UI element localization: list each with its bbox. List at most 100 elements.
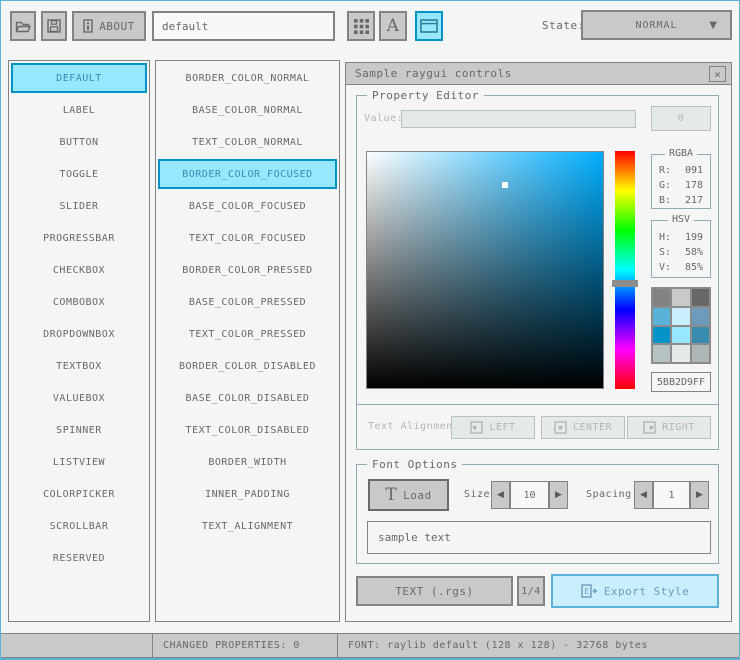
hue-slider[interactable] — [615, 151, 635, 389]
state-label: State: — [542, 19, 585, 32]
s-value: 58% — [684, 247, 703, 258]
arrow-right-icon: ▶ — [555, 490, 562, 500]
style-color-swatch[interactable] — [672, 289, 690, 306]
open-file-button[interactable] — [10, 11, 36, 41]
list-item-textbox[interactable]: TEXTBOX — [11, 351, 147, 381]
about-button-label: ABOUT — [99, 19, 135, 33]
list-item-progressbar[interactable]: PROGRESSBAR — [11, 223, 147, 253]
list-item-combobox[interactable]: COMBOBOX — [11, 287, 147, 317]
style-color-swatch[interactable] — [672, 345, 690, 362]
list-item-text_alignment[interactable]: TEXT_ALIGNMENT — [158, 511, 337, 541]
font-spacing-increase-button[interactable]: ▶ — [690, 481, 709, 509]
r-value: 091 — [684, 165, 703, 176]
list-item-scrollbar[interactable]: SCROLLBAR — [11, 511, 147, 541]
font-size-decrease-button[interactable]: ◀ — [491, 481, 510, 509]
font-sample-text: sample text — [378, 531, 451, 544]
g-label: G: — [659, 180, 672, 191]
controls-view-button[interactable] — [415, 11, 443, 41]
list-item-dropdownbox[interactable]: DROPDOWNBOX — [11, 319, 147, 349]
svg-text:E: E — [584, 587, 589, 596]
rgba-box-label: RGBA — [664, 148, 698, 159]
list-item-checkbox[interactable]: CHECKBOX — [11, 255, 147, 285]
style-color-swatch[interactable] — [691, 307, 709, 325]
value-zero-button[interactable]: 0 — [651, 106, 711, 131]
list-item-base_color_focused[interactable]: BASE_COLOR_FOCUSED — [158, 191, 337, 221]
grid-icon — [353, 18, 369, 34]
align-left-icon — [470, 421, 484, 434]
font-size-value: 10 — [523, 489, 536, 501]
font-spacing-decrease-button[interactable]: ◀ — [634, 481, 653, 509]
style-grid-view-button[interactable] — [347, 11, 375, 41]
list-item-border_color_pressed[interactable]: BORDER_COLOR_PRESSED — [158, 255, 337, 285]
align-left-button[interactable]: LEFT — [451, 416, 535, 439]
folder-open-icon — [15, 20, 31, 33]
list-item-spinner[interactable]: SPINNER — [11, 415, 147, 445]
style-color-swatch[interactable] — [672, 326, 690, 344]
export-format-pager-button[interactable]: 1/4 — [517, 576, 545, 606]
style-color-grid — [651, 287, 711, 364]
arrow-left-icon: ◀ — [640, 490, 647, 500]
list-item-text_color_normal[interactable]: TEXT_COLOR_NORMAL — [158, 127, 337, 157]
align-left-label: LEFT — [489, 422, 516, 433]
align-center-button[interactable]: CENTER — [541, 416, 625, 439]
export-pager-label: 1/4 — [521, 585, 541, 597]
align-center-label: CENTER — [572, 422, 613, 433]
list-item-border_color_focused[interactable]: BORDER_COLOR_FOCUSED — [158, 159, 337, 189]
font-size-increase-button[interactable]: ▶ — [549, 481, 568, 509]
hex-color-field[interactable]: 5BB2D9FF — [651, 372, 711, 392]
list-item-border_width[interactable]: BORDER_WIDTH — [158, 447, 337, 477]
font-spacing-label: Spacing: — [586, 489, 639, 500]
style-color-swatch[interactable] — [672, 307, 690, 325]
sample-window-titlebar[interactable]: Sample raygui controls — [346, 63, 731, 85]
style-color-swatch[interactable] — [653, 345, 671, 362]
list-item-inner_padding[interactable]: INNER_PADDING — [158, 479, 337, 509]
export-style-button[interactable]: E Export Style — [551, 574, 719, 608]
align-right-icon — [643, 421, 656, 434]
rgba-readout-box: RGBA R: 091 G: 178 B: 217 — [651, 148, 711, 209]
style-color-swatch[interactable] — [653, 289, 671, 306]
value-input[interactable] — [401, 110, 636, 128]
save-file-button[interactable] — [41, 11, 67, 41]
list-item-valuebox[interactable]: VALUEBOX — [11, 383, 147, 413]
export-format-button[interactable]: TEXT (.rgs) — [356, 576, 513, 606]
arrow-right-icon: ▶ — [696, 490, 703, 500]
hue-slider-handle[interactable] — [612, 280, 638, 287]
list-item-border_color_normal[interactable]: BORDER_COLOR_NORMAL — [158, 63, 337, 93]
align-right-button[interactable]: RIGHT — [627, 416, 711, 439]
s-label: S: — [659, 247, 672, 258]
list-item-text_color_pressed[interactable]: TEXT_COLOR_PRESSED — [158, 319, 337, 349]
list-item-slider[interactable]: SLIDER — [11, 191, 147, 221]
list-item-label[interactable]: LABEL — [11, 95, 147, 125]
color-saturation-value-picker[interactable] — [366, 151, 604, 389]
style-color-swatch[interactable] — [691, 289, 709, 306]
list-item-text_color_disabled[interactable]: TEXT_COLOR_DISABLED — [158, 415, 337, 445]
list-item-border_color_disabled[interactable]: BORDER_COLOR_DISABLED — [158, 351, 337, 381]
font-load-button[interactable]: T Load — [368, 479, 449, 511]
style-color-swatch[interactable] — [653, 307, 671, 325]
state-dropdown[interactable]: NORMAL ▼ — [581, 10, 732, 40]
color-picker-cursor[interactable] — [502, 182, 508, 188]
list-item-base_color_disabled[interactable]: BASE_COLOR_DISABLED — [158, 383, 337, 413]
list-item-listview[interactable]: LISTVIEW — [11, 447, 147, 477]
style-name-input[interactable] — [152, 11, 335, 41]
list-item-base_color_normal[interactable]: BASE_COLOR_NORMAL — [158, 95, 337, 125]
about-button[interactable]: ABOUT — [72, 11, 146, 41]
list-item-button[interactable]: BUTTON — [11, 127, 147, 157]
property-editor-group-label: Property Editor — [367, 89, 484, 102]
font-view-button[interactable]: A — [379, 11, 407, 41]
statusbar-empty-cell — [0, 633, 153, 658]
font-sample-textbox[interactable]: sample text — [367, 521, 711, 554]
list-item-reserved[interactable]: RESERVED — [11, 543, 147, 573]
list-item-toggle[interactable]: TOGGLE — [11, 159, 147, 189]
style-color-swatch[interactable] — [691, 345, 709, 362]
close-window-button[interactable]: × — [709, 66, 726, 82]
font-info-text: FONT: raylib default (128 x 128) - 32768… — [348, 640, 648, 651]
font-spacing-valuebox[interactable]: 1 — [653, 481, 690, 509]
list-item-colorpicker[interactable]: COLORPICKER — [11, 479, 147, 509]
style-color-swatch[interactable] — [691, 326, 709, 344]
list-item-base_color_pressed[interactable]: BASE_COLOR_PRESSED — [158, 287, 337, 317]
list-item-default[interactable]: DEFAULT — [11, 63, 147, 93]
style-color-swatch[interactable] — [653, 326, 671, 344]
list-item-text_color_focused[interactable]: TEXT_COLOR_FOCUSED — [158, 223, 337, 253]
font-size-valuebox[interactable]: 10 — [510, 481, 549, 509]
